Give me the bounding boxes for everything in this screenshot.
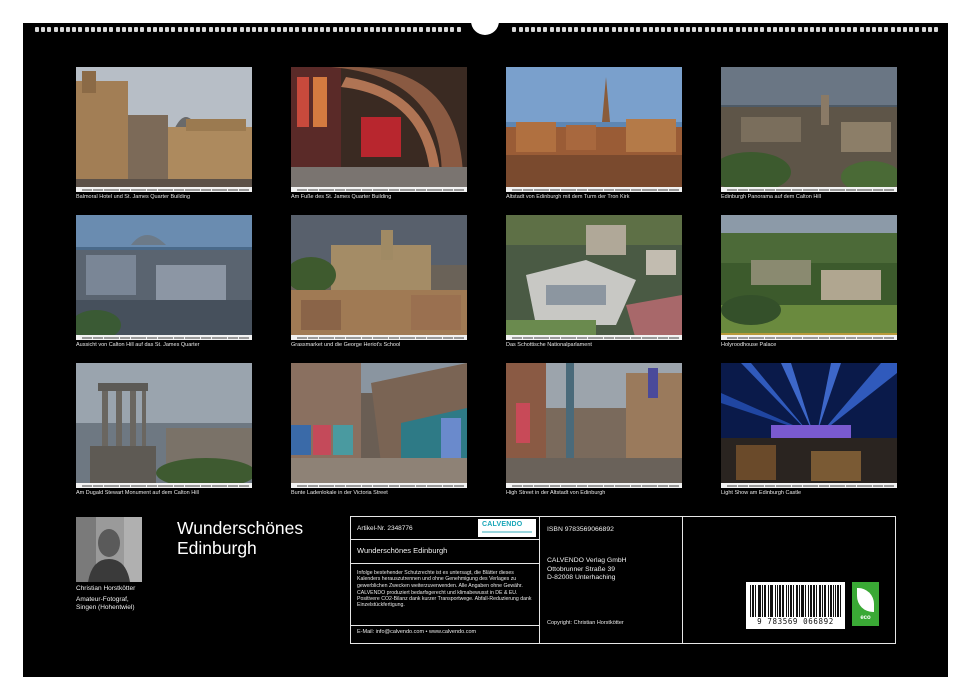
month-strip xyxy=(76,483,252,488)
barcode-number: 9 783569 066892 xyxy=(748,617,843,626)
month-strip xyxy=(506,187,682,192)
calvendo-logo: CALVENDO xyxy=(478,519,536,537)
photo-st-james-base xyxy=(291,67,467,192)
photo-scottish-parliament xyxy=(506,215,682,340)
photo-high-street xyxy=(506,363,682,488)
photo-tile: Aussicht von Calton Hill auf das St. Jam… xyxy=(76,215,252,349)
publisher-address: CALVENDO Verlag GmbH Ottobrunner Straße … xyxy=(547,557,627,583)
contact-line: E-Mail: info@calvendo.com • www.calvendo… xyxy=(357,629,477,635)
photo-caption: Holyroodhouse Palace xyxy=(721,342,777,348)
photo-caption: Am Fuße des St. James Quarter Building xyxy=(291,194,392,200)
leaf-icon xyxy=(857,588,874,612)
legal-production-notice: CALVENDO produziert bedarfsgerecht und k… xyxy=(357,589,532,609)
month-strip xyxy=(291,335,467,340)
eco-badge: eco xyxy=(852,582,879,626)
publisher-name: CALVENDO Verlag GmbH xyxy=(547,557,627,564)
photo-caption: Das Schottische Nationalparlament xyxy=(506,342,592,348)
author-description: Amateur-Fotograf, Singen (Hohentwiel) xyxy=(76,596,186,611)
ean-barcode: 9 783569 066892 xyxy=(746,582,845,629)
author-name: Christian Horstkötter xyxy=(76,585,136,592)
month-strip xyxy=(291,187,467,192)
calvendo-logo-text: CALVENDO xyxy=(482,521,523,528)
barcode-column: 9 783569 066892 eco xyxy=(684,517,895,643)
month-strip xyxy=(291,483,467,488)
photo-grassmarket-heriots xyxy=(291,215,467,340)
photo-tile: Am Fuße des St. James Quarter Building xyxy=(291,67,467,201)
calendar-title: Wunderschönes Edinburgh xyxy=(177,518,303,558)
product-details-column: Artikel-Nr. 2348776 CALVENDO Wunderschön… xyxy=(351,517,540,643)
month-strip xyxy=(721,483,897,488)
publisher-column: ISBN 9783569066892 CALVENDO Verlag GmbH … xyxy=(541,517,683,643)
photo-caption: Balmoral Hotel und St. James Quarter Bui… xyxy=(76,194,191,200)
product-info-box: Artikel-Nr. 2348776 CALVENDO Wunderschön… xyxy=(350,516,896,644)
photo-tile: Edinburgh Panorama auf dem Calton Hill xyxy=(721,67,897,201)
month-strip xyxy=(506,483,682,488)
photo-caption: Altstadt von Edinburgh mit dem Turm der … xyxy=(506,194,630,200)
photo-victoria-street xyxy=(291,363,467,488)
publisher-city: D-82008 Unterhaching xyxy=(547,574,616,581)
legal-copyright-notice: Infolge bestehender Schutzrechte ist es … xyxy=(357,570,523,589)
photo-castle-light-show xyxy=(721,363,897,488)
copyright: Copyright: Christian Horstkötter xyxy=(547,620,624,626)
photo-caption: Bunte Ladenlokale in der Victoria Street xyxy=(291,490,388,496)
product-name: Wunderschönes Edinburgh xyxy=(357,546,448,555)
legal-notice: Infolge bestehender Schutzrechte ist es … xyxy=(357,570,537,610)
photo-caption: Light Show am Edinburgh Castle xyxy=(721,490,802,496)
photo-tile: Holyroodhouse Palace xyxy=(721,215,897,349)
month-strip xyxy=(76,335,252,340)
photo-caption: Am Dugald Stewart Monument auf dem Calto… xyxy=(76,490,199,496)
month-strip xyxy=(721,335,897,340)
photo-dugald-stewart xyxy=(76,363,252,488)
photo-old-town-tron-kirk xyxy=(506,67,682,192)
photo-tile: High Street in der Altstadt von Edinburg… xyxy=(506,363,682,497)
photo-caption: High Street in der Altstadt von Edinburg… xyxy=(506,490,606,496)
photo-caption: Aussicht von Calton Hill auf das St. Jam… xyxy=(76,342,200,348)
month-strip xyxy=(76,187,252,192)
photo-caption: Grassmarket und die George Heriot's Scho… xyxy=(291,342,401,348)
photo-tile: Bunte Ladenlokale in der Victoria Street xyxy=(291,363,467,497)
eco-label: eco xyxy=(860,615,871,621)
isbn: ISBN 9783569066892 xyxy=(547,526,614,533)
calendar-title-line1: Wunderschönes xyxy=(177,518,304,538)
author-role-line: Amateur-Fotograf, xyxy=(76,596,129,603)
photo-panorama-calton-hill xyxy=(721,67,897,192)
photo-tile: Grassmarket und die George Heriot's Scho… xyxy=(291,215,467,349)
author-portrait xyxy=(76,517,142,582)
month-strip xyxy=(506,335,682,340)
photo-view-st-james xyxy=(76,215,252,340)
photo-holyroodhouse xyxy=(721,215,897,340)
calendar-title-line2: Edinburgh xyxy=(177,538,257,558)
author-location-line: Singen (Hohentwiel) xyxy=(76,603,135,611)
calendar-back-cover: Balmoral Hotel und St. James Quarter Bui… xyxy=(23,17,948,677)
article-number: Artikel-Nr. 2348776 xyxy=(357,525,413,532)
photo-caption: Edinburgh Panorama auf dem Calton Hill xyxy=(721,194,821,200)
photo-tile: Balmoral Hotel und St. James Quarter Bui… xyxy=(76,67,252,201)
month-strip xyxy=(721,187,897,192)
photo-balmoral-hotel xyxy=(76,67,252,192)
photo-tile: Altstadt von Edinburgh mit dem Turm der … xyxy=(506,67,682,201)
publisher-street: Ottobrunner Straße 39 xyxy=(547,565,616,573)
photo-tile: Am Dugald Stewart Monument auf dem Calto… xyxy=(76,363,252,497)
photo-tile: Light Show am Edinburgh Castle xyxy=(721,363,897,497)
photo-tile: Das Schottische Nationalparlament xyxy=(506,215,682,349)
